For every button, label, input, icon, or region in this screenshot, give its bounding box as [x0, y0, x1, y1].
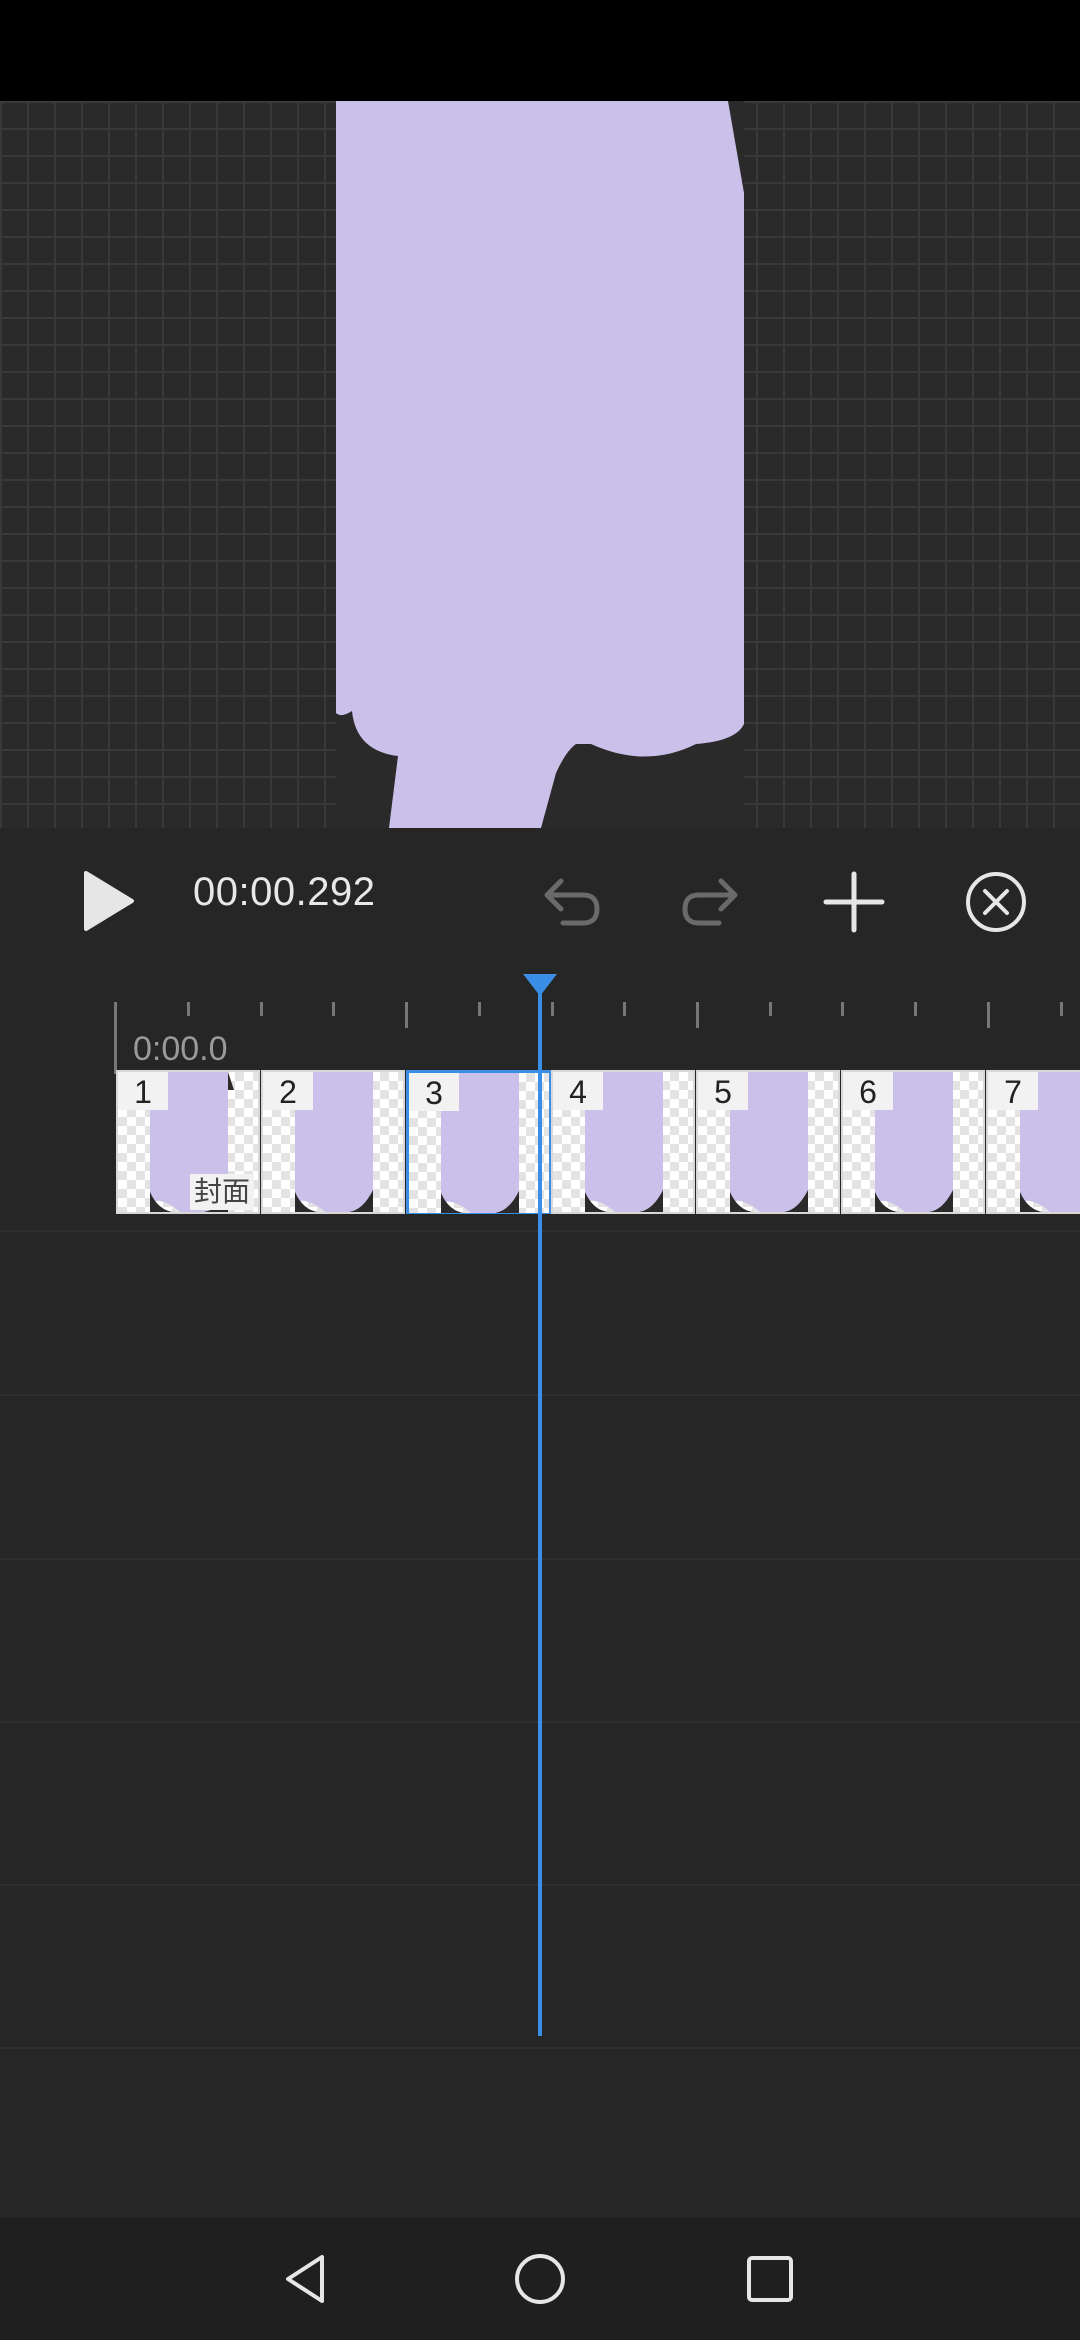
ruler-tick [914, 1002, 917, 1016]
undo-icon [544, 878, 600, 926]
add-frame-button[interactable] [818, 866, 890, 938]
ruler-start-tick [114, 1002, 117, 1074]
frame-thumbnail[interactable]: 4 [551, 1070, 695, 1214]
ruler-tick [696, 1002, 699, 1028]
close-button[interactable] [960, 866, 1032, 938]
frame-thumbnail[interactable]: 6 [841, 1070, 985, 1214]
frame-number: 3 [409, 1073, 459, 1111]
close-circle-icon [966, 872, 1026, 932]
frame-number: 7 [988, 1072, 1038, 1110]
frame-thumbnail[interactable]: 5 [696, 1070, 840, 1214]
playhead-handle[interactable] [523, 974, 557, 996]
status-bar [0, 0, 1080, 101]
frame-thumbnail-selected[interactable]: 3 [406, 1070, 552, 1214]
frame-thumbnail[interactable]: 1 封面 [116, 1070, 260, 1214]
undo-button[interactable] [536, 868, 606, 938]
ruler-tick [260, 1002, 263, 1016]
ruler-tick [769, 1002, 772, 1016]
character-shape-preview [336, 101, 744, 828]
ruler-tick [187, 1002, 190, 1016]
ruler-tick [623, 1002, 626, 1016]
editor-panel: 00:00.292 0:00.0 1 封面 2 3 4 5 6 7 [0, 828, 1080, 2218]
ruler-start-label: 0:00.0 [133, 1030, 228, 1068]
ruler-tick [987, 1002, 990, 1028]
back-triangle-icon [286, 2255, 324, 2303]
ruler-tick [405, 1002, 408, 1028]
recents-button[interactable] [735, 2244, 805, 2314]
ruler-tick [478, 1002, 481, 1016]
play-icon [84, 871, 134, 931]
plus-icon [823, 871, 885, 933]
recents-square-icon [747, 2256, 793, 2302]
redo-button[interactable] [676, 868, 746, 938]
ruler-tick [1060, 1002, 1063, 1016]
frame-thumbnail[interactable]: 7 [986, 1070, 1080, 1214]
ruler-tick [551, 1002, 554, 1016]
frame-thumbnail[interactable]: 2 [261, 1070, 405, 1214]
frame-number: 2 [263, 1072, 313, 1110]
back-button[interactable] [273, 2244, 343, 2314]
home-circle-icon [515, 2254, 565, 2304]
cover-label: 封面 [189, 1174, 254, 1210]
play-button[interactable] [78, 866, 138, 936]
preview-frame [336, 101, 744, 828]
frame-number: 6 [843, 1072, 893, 1110]
frame-number: 5 [698, 1072, 748, 1110]
frame-number: 1 [118, 1072, 168, 1110]
track-divider [0, 2047, 1080, 2049]
toolbar: 00:00.292 [0, 828, 1080, 968]
frames-strip: 1 封面 2 3 4 5 6 7 [116, 1070, 1080, 1214]
redo-icon [682, 878, 738, 926]
ruler-tick [332, 1002, 335, 1016]
home-button[interactable] [505, 2244, 575, 2314]
current-time: 00:00.292 [193, 870, 376, 914]
frame-number: 4 [553, 1072, 603, 1110]
playhead-line[interactable] [538, 984, 542, 2036]
system-nav-bar [0, 2218, 1080, 2340]
preview-canvas[interactable] [0, 101, 1080, 828]
ruler-tick [841, 1002, 844, 1016]
